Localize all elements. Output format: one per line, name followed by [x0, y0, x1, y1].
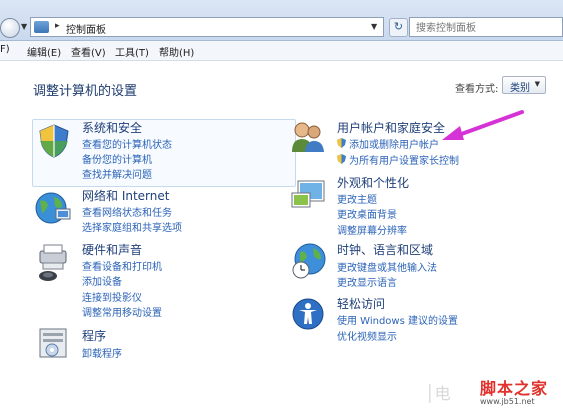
link-change-keyboard[interactable]: 更改键盘或其他输入法: [337, 259, 437, 274]
link-view-computer-status[interactable]: 查看您的计算机状态: [82, 136, 172, 151]
ease-of-access-icon[interactable]: [291, 297, 325, 331]
clock-region-icon[interactable]: [290, 242, 328, 280]
menu-edit[interactable]: 编辑(E): [27, 44, 61, 59]
category-title-network-internet[interactable]: 网络和 Internet: [82, 187, 169, 204]
menu-tools[interactable]: 工具(T): [115, 44, 149, 59]
network-internet-icon[interactable]: [34, 189, 72, 227]
link-view-network-status[interactable]: 查看网络状态和任务: [82, 204, 172, 219]
refresh-button[interactable]: ↻: [389, 18, 408, 37]
link-uninstall-program[interactable]: 卸载程序: [82, 345, 122, 360]
link-parental-controls[interactable]: 为所有用户设置家长控制: [349, 152, 459, 167]
menu-view[interactable]: 查看(V): [71, 44, 106, 59]
menu-bar: F) 编辑(E) 查看(V) 工具(T) 帮助(H): [0, 41, 563, 61]
breadcrumb-control-panel[interactable]: 控制面板: [66, 21, 106, 36]
breadcrumb[interactable]: ▸ 控制面板 ▼: [30, 17, 384, 37]
programs-icon[interactable]: [36, 325, 72, 361]
search-input[interactable]: [409, 17, 563, 37]
link-add-remove-user[interactable]: 添加或删除用户帐户: [349, 136, 439, 151]
system-security-icon[interactable]: [36, 123, 72, 159]
category-title-ease-of-access[interactable]: 轻松访问: [337, 295, 385, 312]
appearance-icon[interactable]: [290, 177, 326, 213]
address-bar: ▼ ▸ 控制面板 ▼ ↻: [0, 0, 563, 41]
link-homegroup-sharing[interactable]: 选择家庭组和共享选项: [82, 219, 182, 234]
view-by-label: 查看方式:: [455, 84, 499, 95]
link-connect-projector[interactable]: 连接到投影仪: [82, 289, 142, 304]
category-title-hardware-sound[interactable]: 硬件和声音: [82, 241, 142, 258]
user-accounts-icon[interactable]: [290, 120, 326, 154]
link-add-device[interactable]: 添加设备: [82, 273, 122, 288]
watermark-url: www.jb51.net: [480, 397, 535, 406]
uac-shield-icon: [337, 138, 346, 148]
back-button[interactable]: [0, 18, 20, 38]
link-display-language[interactable]: 更改显示语言: [337, 274, 397, 289]
menu-help[interactable]: 帮助(H): [159, 44, 194, 59]
link-desktop-background[interactable]: 更改桌面背景: [337, 206, 397, 221]
link-screen-resolution[interactable]: 调整屏幕分辨率: [337, 222, 407, 237]
chevron-down-icon[interactable]: ▼: [371, 22, 377, 31]
history-dropdown-icon[interactable]: ▼: [21, 22, 27, 31]
watermark-faint: │电: [425, 384, 451, 403]
hardware-sound-icon[interactable]: [34, 243, 72, 283]
menu-file[interactable]: F): [0, 44, 10, 55]
view-by-value: 类别: [510, 83, 530, 94]
control-panel-icon: [34, 21, 49, 33]
category-title-user-accounts[interactable]: 用户帐户和家庭安全: [337, 119, 445, 136]
link-devices-printers[interactable]: 查看设备和打印机: [82, 258, 162, 273]
chevron-down-icon: ▼: [534, 80, 540, 88]
link-optimize-display[interactable]: 优化视频显示: [337, 328, 397, 343]
watermark-logo: 脚本之家: [480, 379, 549, 398]
annotation-arrow-icon: [442, 110, 524, 140]
link-backup-computer[interactable]: 备份您的计算机: [82, 151, 152, 166]
chevron-right-icon[interactable]: ▸: [55, 21, 60, 31]
uac-shield-icon: [337, 154, 346, 164]
link-mobility-settings[interactable]: 调整常用移动设置: [82, 304, 162, 319]
link-troubleshoot[interactable]: 查找并解决问题: [82, 166, 152, 181]
category-title-appearance[interactable]: 外观和个性化: [337, 174, 409, 191]
link-recommended-settings[interactable]: 使用 Windows 建议的设置: [337, 312, 458, 327]
category-title-system-security[interactable]: 系统和安全: [82, 119, 142, 136]
view-by-dropdown[interactable]: 类别 ▼: [502, 76, 546, 94]
link-change-theme[interactable]: 更改主题: [337, 191, 377, 206]
page-title: 调整计算机的设置: [33, 84, 138, 99]
category-title-programs[interactable]: 程序: [82, 327, 106, 344]
category-title-clock-region[interactable]: 时钟、语言和区域: [337, 241, 433, 258]
